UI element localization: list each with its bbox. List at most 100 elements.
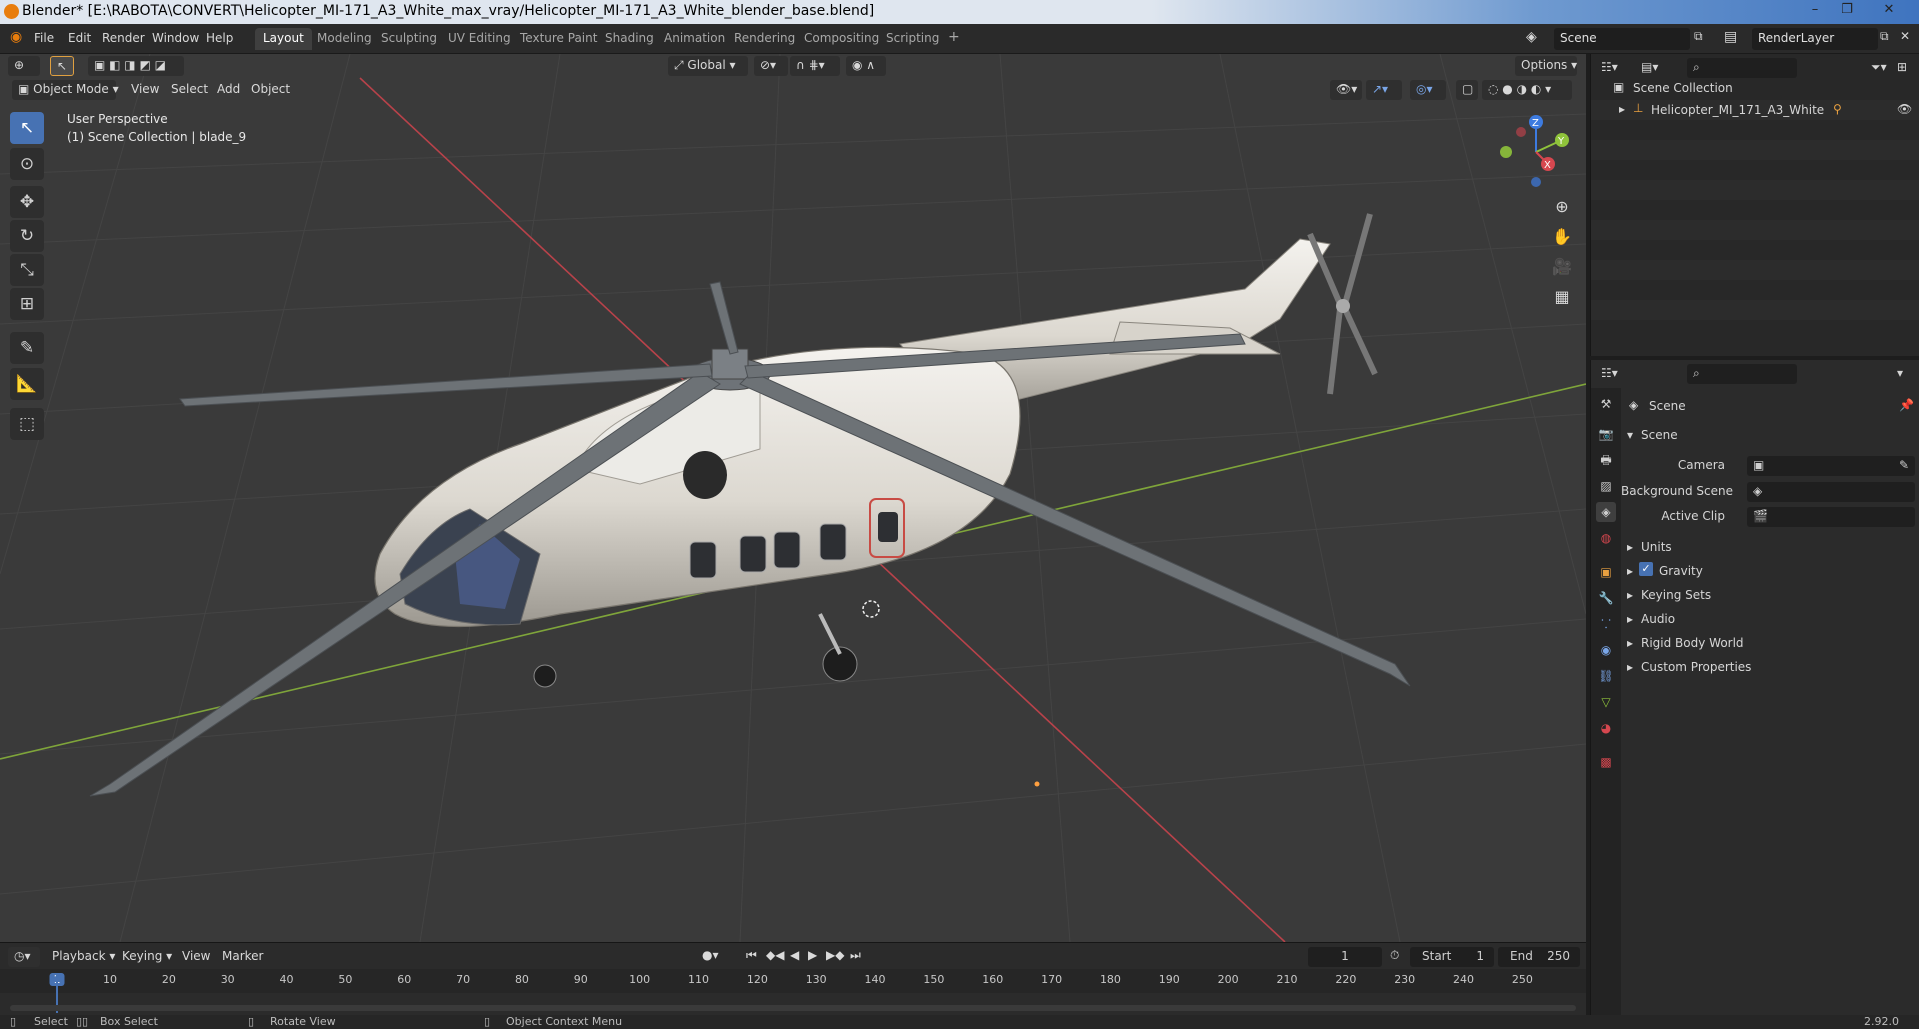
stopwatch-icon[interactable]: ⏱ — [1390, 948, 1399, 963]
pan-hand-icon[interactable]: ✋ — [1548, 224, 1576, 250]
new-scene-icon[interactable]: ⧉ — [1694, 29, 1703, 44]
tool-scale[interactable]: ⤡ — [10, 254, 44, 286]
expand-arrow-icon[interactable]: ▸ — [1627, 540, 1633, 554]
data-tab-icon[interactable]: ▽ — [1596, 692, 1616, 712]
tab-layout[interactable]: Layout — [255, 28, 312, 50]
current-frame-field[interactable]: 1 — [1308, 947, 1382, 967]
tool-rotate[interactable]: ↻ — [10, 220, 44, 252]
object-mode-dropdown[interactable]: ▣ Object Mode ▾ — [12, 80, 119, 100]
remove-layer-icon[interactable]: ✕ — [1900, 29, 1910, 43]
render-tab-icon[interactable]: 📷 — [1596, 424, 1616, 444]
tool-measure[interactable]: 📐 — [10, 368, 44, 400]
next-keyframe-icon[interactable]: ▶◆ — [826, 948, 844, 962]
outliner-root-label[interactable]: Scene Collection — [1633, 81, 1733, 95]
active-clip-field[interactable]: 🎬 — [1747, 507, 1915, 527]
helicopter-model[interactable] — [89, 213, 1411, 797]
select-box-mode-icons[interactable]: ▣ ◧ ◨ ◩ ◪ — [88, 56, 184, 76]
viewport-menu-object[interactable]: Object — [251, 82, 290, 96]
particles-tab-icon[interactable]: ⸪ — [1596, 614, 1616, 634]
expand-arrow-icon[interactable]: ▸ — [1627, 660, 1633, 674]
tool-select-box[interactable]: ↖ — [10, 112, 44, 144]
outliner-view-icon[interactable]: ▤▾ — [1641, 60, 1658, 74]
eye-visibility-icon[interactable]: 👁 — [1897, 102, 1912, 116]
texture-tab-icon[interactable]: ▩ — [1596, 752, 1616, 772]
tool-annotate[interactable]: ✎ — [10, 332, 44, 364]
menu-window[interactable]: Window — [152, 31, 199, 45]
audio-panel-header[interactable]: Audio — [1641, 612, 1675, 626]
scene-panel-header[interactable]: Scene — [1641, 428, 1678, 442]
tool-cursor[interactable]: ⊙ — [10, 148, 44, 180]
scene-selector[interactable]: Scene — [1554, 28, 1690, 50]
expand-arrow-icon[interactable]: ▸ — [1627, 564, 1633, 578]
prev-keyframe-icon[interactable]: ◆◀ — [766, 948, 784, 962]
menu-edit[interactable]: Edit — [68, 31, 91, 45]
render-layer-selector[interactable]: RenderLayer — [1752, 28, 1878, 50]
viewport-menu-add[interactable]: Add — [217, 82, 240, 96]
record-keyframe-icon[interactable]: ●▾ — [702, 948, 719, 962]
timeline-menu-keying[interactable]: Keying ▾ — [122, 949, 172, 963]
snap-icon[interactable]: ∩ ⋕▾ — [790, 56, 840, 76]
outliner-row[interactable]: ▸ ⊥ Helicopter_MI_171_A3_White ⚲ 👁 — [1591, 100, 1919, 120]
properties-options-icon[interactable]: ▾ — [1897, 366, 1903, 380]
add-workspace-button[interactable]: + — [940, 26, 968, 48]
units-panel-header[interactable]: Units — [1641, 540, 1672, 554]
expand-arrow-icon[interactable]: ▸ — [1627, 588, 1633, 602]
outliner-item-label[interactable]: Helicopter_MI_171_A3_White — [1651, 103, 1824, 117]
tool-transform[interactable]: ⊞ — [10, 288, 44, 320]
tab-sculpting[interactable]: Sculpting — [373, 28, 445, 50]
tab-animation[interactable]: Animation — [656, 28, 733, 50]
pin-icon[interactable]: 📌 — [1899, 398, 1914, 412]
blender-menu-icon[interactable]: ◉ — [10, 29, 22, 45]
visibility-icon[interactable]: 👁▾ — [1330, 80, 1362, 100]
options-dropdown[interactable]: Options ▾ — [1515, 56, 1577, 76]
scene-tab-icon[interactable]: ◈ — [1596, 502, 1616, 522]
gravity-panel-header[interactable]: Gravity — [1659, 564, 1703, 578]
select-mode-icon[interactable]: ↖ — [50, 56, 74, 76]
tool-add-cube[interactable]: ⬚ — [10, 408, 44, 440]
zoom-icon[interactable]: ⊕ — [1548, 194, 1576, 220]
proportional-edit-icon[interactable]: ◉ ∧ — [846, 56, 886, 76]
custom-properties-panel-header[interactable]: Custom Properties — [1641, 660, 1751, 674]
gizmo-toggle-icon[interactable]: ↗▾ — [1366, 80, 1402, 100]
play-reverse-icon[interactable]: ◀ — [790, 948, 799, 962]
timeline-menu-view[interactable]: View — [182, 949, 210, 963]
3d-viewport[interactable]: ⊕ ↖ ▣ ◧ ◨ ◩ ◪ ⤢ Global ▾ ⊘▾ ∩ ⋕▾ ◉ ∧ Opt… — [0, 54, 1586, 942]
expand-arrow-icon[interactable]: ▸ — [1627, 612, 1633, 626]
overlay-toggle-icon[interactable]: ◎▾ — [1410, 80, 1446, 100]
minimize-button[interactable]: – — [1800, 0, 1830, 22]
expand-arrow-icon[interactable]: ▸ — [1627, 636, 1633, 650]
jump-end-icon[interactable]: ⏭ — [850, 948, 861, 963]
outliner-search-input[interactable]: ⌕ — [1687, 58, 1797, 78]
timeline-menu-playback[interactable]: Playback ▾ — [52, 949, 115, 963]
modifier-tab-icon[interactable]: 🔧 — [1596, 588, 1616, 608]
camera-view-icon[interactable]: 🎥 — [1548, 254, 1576, 280]
menu-file[interactable]: File — [34, 31, 54, 45]
timeline-scrollbar[interactable] — [10, 1005, 1576, 1011]
tab-scripting[interactable]: Scripting — [878, 28, 947, 50]
timeline-editor-type-icon[interactable]: ◷▾ — [8, 947, 40, 967]
eyedropper-icon[interactable]: ✎ — [1899, 458, 1909, 472]
tab-uv-editing[interactable]: UV Editing — [440, 28, 519, 50]
tab-compositing[interactable]: Compositing — [796, 28, 887, 50]
pivot-point-icon[interactable]: ⊘▾ — [754, 56, 788, 76]
editor-type-icon[interactable]: ⊕ — [8, 56, 40, 76]
timeline-menu-marker[interactable]: Marker — [222, 949, 263, 963]
properties-editor-icon[interactable]: ☷▾ — [1601, 366, 1618, 380]
shading-mode-icons[interactable]: ◌ ● ◑ ◐ ▾ — [1482, 80, 1572, 100]
menu-render[interactable]: Render — [102, 31, 145, 45]
navigation-gizmo[interactable]: Z Y X — [1496, 112, 1576, 192]
play-icon[interactable]: ▶ — [808, 948, 817, 962]
output-tab-icon[interactable]: 🖶 — [1596, 450, 1616, 470]
expand-arrow-icon[interactable]: ▸ — [1619, 102, 1625, 116]
tool-tab-icon[interactable]: ⚒ — [1596, 394, 1616, 414]
viewport-menu-select[interactable]: Select — [171, 82, 208, 96]
tab-shading[interactable]: Shading — [597, 28, 662, 50]
keying-sets-panel-header[interactable]: Keying Sets — [1641, 588, 1711, 602]
material-tab-icon[interactable]: ◕ — [1596, 718, 1616, 738]
tab-modeling[interactable]: Modeling — [309, 28, 380, 50]
properties-search-input[interactable]: ⌕ — [1687, 364, 1797, 384]
xray-icon[interactable]: ▢ — [1456, 80, 1478, 100]
ortho-grid-icon[interactable]: ▦ — [1548, 284, 1576, 310]
close-button[interactable]: ✕ — [1874, 0, 1904, 22]
new-collection-icon[interactable]: ⊞ — [1897, 60, 1907, 74]
